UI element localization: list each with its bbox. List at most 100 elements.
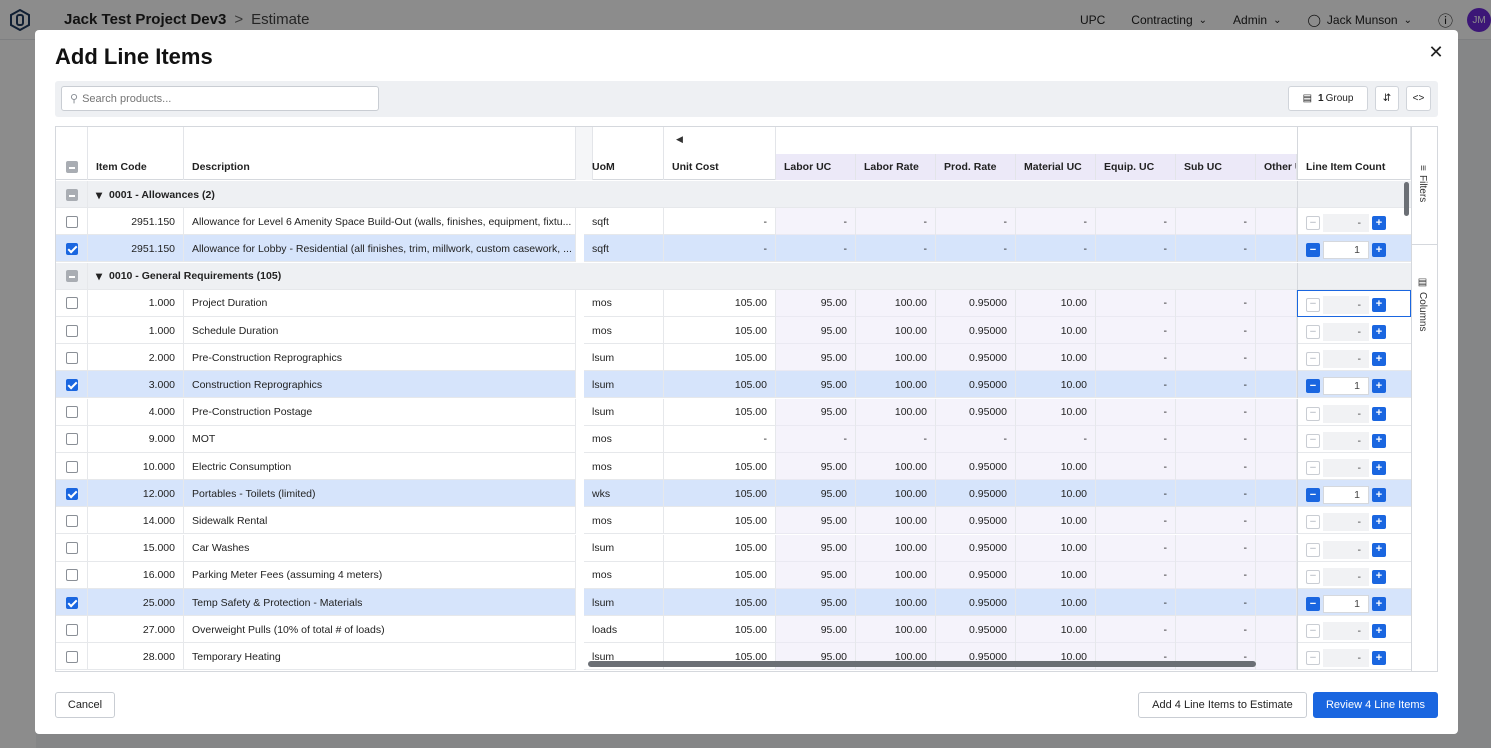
table-row[interactable]: 3.000 Construction Reprographics lsum 105.0… [56,371,1437,399]
cell-desc[interactable]: Temp Safety & Protection - Materials [184,589,576,616]
cell-other-uc[interactable] [1256,425,1297,453]
cell-desc[interactable]: Allowance for Lobby - Residential (all f… [184,235,576,263]
cell-uom[interactable]: mos [584,507,664,535]
cell-labor[interactable]: 95.00 [776,616,856,644]
col-equip-uc[interactable]: Equip. UC [1096,154,1176,180]
count-cell[interactable]: −1 + [1297,371,1411,399]
cell-uom[interactable]: lsum [584,371,664,399]
quantity-value[interactable]: - [1323,567,1369,586]
count-cell[interactable]: − - + [1297,453,1411,480]
cell-mat[interactable]: 10.00 [1016,534,1096,562]
cell-prod[interactable]: - [936,208,1016,236]
row-checkbox[interactable] [65,460,78,473]
quantity-stepper[interactable]: − - + [1306,323,1386,341]
cell-equip[interactable]: - [1096,425,1176,453]
quantity-stepper[interactable]: − - + [1306,513,1386,532]
indeterminate-checkbox[interactable] [65,161,78,173]
cell-sub[interactable]: - [1176,453,1256,480]
cell-desc[interactable]: Project Duration [184,289,576,317]
table-row[interactable]: 10.000 Electric Consumption mos 105.00 95.00… [56,453,1437,480]
cell-unit[interactable]: 105.00 [664,398,776,426]
cell-prod[interactable]: 0.95000 [936,289,1016,317]
group-row[interactable]: ▾ 0001 - Allowances (2) [56,181,1437,208]
quantity-value[interactable]: - [1323,459,1369,477]
cell-code[interactable]: 9.000 [88,425,184,453]
vertical-scrollbar[interactable] [1404,182,1409,216]
cell-lrate[interactable]: 100.00 [856,589,936,616]
row-checkbox[interactable] [65,188,78,201]
plus-icon[interactable]: + [1372,624,1386,639]
cell-sub[interactable]: - [1176,235,1256,263]
cell-code[interactable]: 1.000 [88,289,184,317]
row-checkbox[interactable] [65,215,78,228]
minus-icon[interactable]: − [1306,325,1320,339]
cell-uom[interactable]: mos [584,453,664,480]
cell-lrate[interactable]: 100.00 [856,561,936,589]
cell-labor[interactable]: 95.00 [776,507,856,535]
quantity-stepper[interactable]: − - + [1306,404,1386,423]
count-cell[interactable]: − - + [1297,561,1411,589]
cell-prod[interactable]: 0.95000 [936,616,1016,644]
cell-prod[interactable]: 0.95000 [936,507,1016,535]
row-checkbox[interactable] [65,514,78,527]
col-other-uc[interactable]: Other U [1256,154,1297,180]
minus-icon[interactable]: − [1306,461,1320,475]
count-cell[interactable]: − - + [1297,317,1411,344]
cell-sub[interactable]: - [1176,561,1256,589]
quantity-stepper[interactable]: − - + [1306,622,1386,641]
count-cell[interactable]: − - + [1297,643,1411,671]
cell-uom[interactable]: lsum [584,344,664,372]
cell-desc[interactable]: Overweight Pulls (10% of total # of load… [184,616,576,644]
cell-desc[interactable]: Temporary Heating [184,643,576,671]
cell-unit[interactable]: 105.00 [664,507,776,535]
cell-sub[interactable]: - [1176,208,1256,236]
cell-labor[interactable]: 95.00 [776,344,856,372]
row-checkbox[interactable] [65,542,78,555]
plus-icon[interactable]: + [1372,433,1386,448]
plus-icon[interactable]: + [1372,461,1386,475]
plus-icon[interactable]: + [1372,243,1386,258]
plus-icon[interactable]: + [1372,352,1386,367]
minus-icon[interactable]: − [1306,542,1320,557]
plus-icon[interactable]: + [1372,569,1386,584]
cell-sub[interactable]: - [1176,507,1256,535]
cell-lrate[interactable]: 100.00 [856,289,936,317]
cell-unit[interactable]: 105.00 [664,344,776,372]
cell-uom[interactable]: sqft [584,208,664,236]
cell-other-uc[interactable] [1256,453,1297,480]
cell-mat[interactable]: 10.00 [1016,507,1096,535]
quantity-value[interactable]: - [1323,214,1369,233]
quantity-value[interactable]: 1 [1323,377,1369,396]
col-material-uc[interactable]: Material UC [1016,154,1096,180]
quantity-stepper[interactable]: − - + [1306,540,1386,559]
cell-labor[interactable]: 95.00 [776,589,856,616]
cell-uom[interactable]: lsum [584,398,664,426]
plus-icon[interactable]: + [1372,297,1386,312]
row-checkbox[interactable] [65,351,78,364]
group-label-cell[interactable]: ▾ 0001 - Allowances (2) [88,181,576,208]
count-cell[interactable]: − - + [1297,344,1411,372]
cell-desc[interactable]: MOT [184,425,576,453]
cell-unit[interactable]: 105.00 [664,561,776,589]
quantity-value[interactable]: 1 [1323,486,1369,505]
table-row[interactable]: 2.000 Pre-Construction Reprographics lsum 1… [56,344,1437,372]
plus-icon[interactable]: + [1372,325,1386,339]
cell-prod[interactable]: 0.95000 [936,589,1016,616]
cell-prod[interactable]: 0.95000 [936,398,1016,426]
code-view-icon[interactable]: <> [1406,86,1431,111]
quantity-stepper[interactable]: − - + [1306,649,1386,668]
quantity-stepper[interactable]: −1 + [1306,241,1386,260]
cell-lrate[interactable]: 100.00 [856,371,936,399]
cell-other-uc[interactable] [1256,589,1297,616]
minus-icon[interactable]: − [1306,406,1320,421]
cell-labor[interactable]: 95.00 [776,561,856,589]
count-cell[interactable]: − - + [1297,398,1411,426]
cell-lrate[interactable]: 100.00 [856,453,936,480]
plus-icon[interactable]: + [1372,542,1386,557]
cell-unit[interactable]: - [664,425,776,453]
search-input[interactable] [82,92,363,105]
plus-icon[interactable]: + [1372,488,1386,503]
cell-sub[interactable]: - [1176,616,1256,644]
caret-down-icon[interactable]: ▾ [96,269,102,283]
cell-uom[interactable]: lsum [584,589,664,616]
